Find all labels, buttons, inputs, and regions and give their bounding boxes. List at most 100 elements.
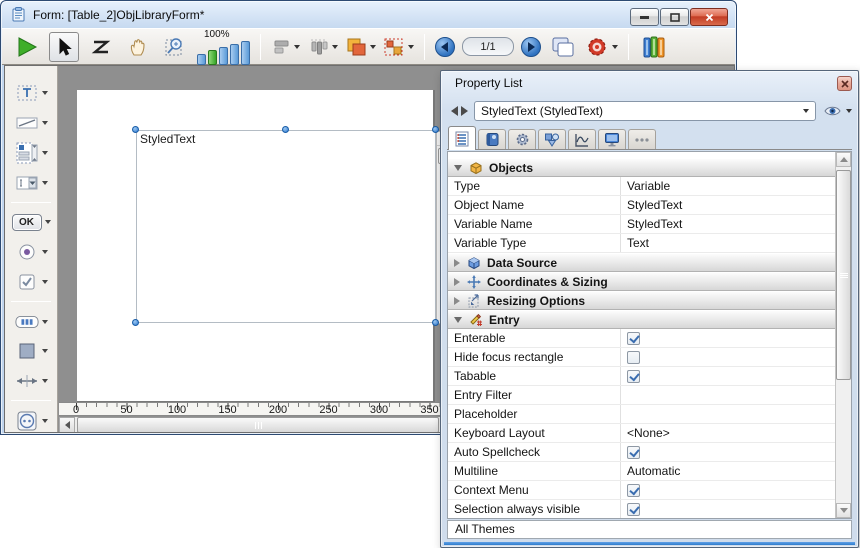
checkbox-checked[interactable] — [627, 332, 640, 345]
expand-triangle-icon[interactable] — [454, 278, 460, 286]
palette-tool-button[interactable]: OK — [12, 211, 51, 234]
dropdown-arrow-icon[interactable] — [42, 379, 48, 383]
dropdown-arrow-icon[interactable] — [42, 121, 48, 125]
palette-tool-rectangle[interactable] — [15, 340, 48, 363]
property-row-enterable[interactable]: Enterable — [448, 329, 835, 348]
palette-tool-plugin[interactable] — [15, 409, 48, 432]
property-row-object-name[interactable]: Object NameStyledText — [448, 196, 835, 215]
property-row-entry-filter[interactable]: Entry Filter — [448, 386, 835, 405]
layers-button[interactable] — [345, 32, 376, 62]
selection-handle[interactable] — [132, 319, 139, 326]
collapse-triangle-icon[interactable] — [454, 317, 462, 323]
hand-tool-button[interactable] — [123, 32, 153, 62]
palette-tool-line[interactable] — [15, 112, 48, 135]
close-button[interactable] — [690, 8, 728, 26]
property-row-multiline[interactable]: MultilineAutomatic — [448, 462, 835, 481]
object-library-button[interactable] — [639, 32, 669, 62]
property-row-tabable[interactable]: Tabable — [448, 367, 835, 386]
next-page-button[interactable] — [521, 37, 541, 57]
dropdown-arrow-icon[interactable] — [45, 220, 51, 224]
checkbox-unchecked[interactable] — [627, 351, 640, 364]
zoom-bar-current[interactable] — [208, 50, 217, 65]
maximize-button[interactable] — [660, 8, 689, 26]
section-header-objects[interactable]: Objects — [448, 158, 835, 177]
select-tool-button[interactable] — [49, 32, 79, 62]
property-value[interactable]: StyledText — [620, 215, 835, 233]
property-value[interactable]: Variable — [620, 177, 835, 195]
collapse-triangle-icon[interactable] — [454, 165, 462, 171]
themes-footer[interactable]: All Themes — [447, 520, 852, 539]
property-value[interactable]: StyledText — [620, 196, 835, 214]
checkbox-checked[interactable] — [627, 370, 640, 383]
dropdown-arrow-icon[interactable] — [42, 91, 48, 95]
scroll-left-button[interactable] — [59, 417, 75, 433]
palette-tool-checkbox[interactable] — [15, 270, 48, 293]
selection-handle[interactable] — [432, 319, 439, 326]
palette-tool-radio[interactable] — [15, 241, 48, 264]
tab-chart[interactable] — [568, 129, 596, 149]
dropdown-arrow-icon[interactable] — [612, 45, 618, 49]
tab-display[interactable] — [598, 129, 626, 149]
dropdown-arrow-icon[interactable] — [42, 419, 48, 423]
property-row-hide-focus-rectangle[interactable]: Hide focus rectangle — [448, 348, 835, 367]
styledtext-object[interactable]: StyledText — [136, 130, 436, 323]
property-grid-scrollbar[interactable] — [835, 152, 851, 518]
palette-tool-listbox[interactable] — [15, 141, 48, 164]
property-row-keyboard-layout[interactable]: Keyboard Layout<None> — [448, 424, 835, 443]
property-row-selection-always-visible[interactable]: Selection always visible — [448, 500, 835, 518]
dropdown-arrow-icon[interactable] — [42, 320, 48, 324]
form-pages-button[interactable] — [548, 32, 578, 62]
property-list-title-bar[interactable]: Property List — [441, 71, 858, 95]
dropdown-arrow-icon[interactable] — [42, 151, 48, 155]
execute-form-button[interactable] — [12, 32, 42, 62]
section-header-entry[interactable]: Entry — [448, 310, 835, 329]
checkbox-checked[interactable] — [627, 446, 640, 459]
run-settings-button[interactable] — [585, 32, 618, 62]
palette-tool-text[interactable] — [15, 82, 48, 105]
tab-shapes[interactable] — [538, 129, 566, 149]
property-row-auto-spellcheck[interactable]: Auto Spellcheck — [448, 443, 835, 462]
property-row-type[interactable]: TypeVariable — [448, 177, 835, 196]
property-value[interactable]: <None> — [620, 424, 835, 442]
checkbox-checked[interactable] — [627, 484, 640, 497]
expand-triangle-icon[interactable] — [454, 297, 460, 305]
selection-handle[interactable] — [432, 126, 439, 133]
tab-gear[interactable] — [508, 129, 536, 149]
zoom-bar-3[interactable] — [219, 47, 228, 65]
zoom-bar-5[interactable] — [241, 41, 250, 65]
property-value[interactable]: Automatic — [620, 462, 835, 480]
property-value[interactable] — [620, 405, 835, 423]
object-selector-dropdown[interactable]: StyledText (StyledText) — [474, 101, 816, 121]
property-value[interactable]: Text — [620, 234, 835, 252]
align-button[interactable] — [271, 32, 301, 62]
zoom-bar-4[interactable] — [230, 44, 239, 65]
section-header-data-source[interactable]: Data Source — [448, 253, 835, 272]
minimize-button[interactable] — [630, 8, 659, 26]
checkbox-checked[interactable] — [627, 503, 640, 516]
view-options-button[interactable] — [824, 105, 852, 117]
previous-object-icon[interactable] — [451, 106, 458, 116]
section-header-resizing-options[interactable]: Resizing Options — [448, 291, 835, 310]
property-row-variable-name[interactable]: Variable NameStyledText — [448, 215, 835, 234]
tab-book[interactable] — [478, 129, 506, 149]
section-header-coordinates-sizing[interactable]: Coordinates & Sizing — [448, 272, 835, 291]
scroll-up-button[interactable] — [836, 152, 851, 167]
tab-properties-list[interactable] — [448, 126, 476, 150]
dropdown-arrow-icon[interactable] — [42, 181, 48, 185]
property-row-variable-type[interactable]: Variable TypeText — [448, 234, 835, 253]
entry-order-button[interactable] — [86, 32, 116, 62]
scroll-down-button[interactable] — [836, 503, 851, 518]
property-row-context-menu[interactable]: Context Menu — [448, 481, 835, 500]
form-page[interactable]: StyledText — [77, 90, 435, 402]
palette-tool-buttonbar[interactable] — [15, 310, 48, 333]
title-bar[interactable]: Form: [Table_2]ObjLibraryForm* — [1, 1, 736, 28]
next-object-icon[interactable] — [461, 106, 468, 116]
property-row-placeholder[interactable]: Placeholder — [448, 405, 835, 424]
dropdown-arrow-icon[interactable] — [42, 349, 48, 353]
expand-triangle-icon[interactable] — [454, 259, 460, 267]
dropdown-arrow-icon[interactable] — [42, 250, 48, 254]
previous-page-button[interactable] — [435, 37, 455, 57]
tab-more[interactable] — [628, 129, 656, 149]
property-list-close-button[interactable] — [837, 76, 852, 91]
dropdown-arrow-icon[interactable] — [294, 45, 300, 49]
